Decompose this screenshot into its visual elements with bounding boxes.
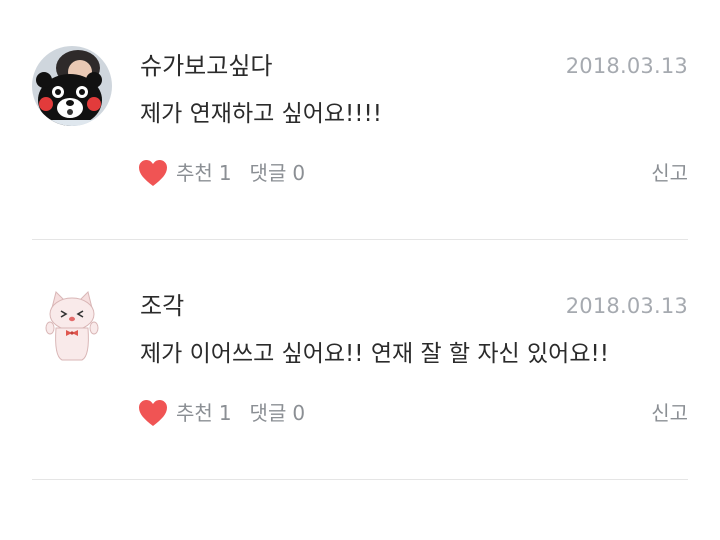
heart-icon [138, 159, 168, 187]
comment-item: 슈가보고싶다 2018.03.13 제가 연재하고 싶어요!!!! 추천 1 댓… [0, 0, 720, 240]
reply-button[interactable]: 댓글 0 [250, 395, 306, 431]
comment-date: 2018.03.13 [565, 294, 688, 318]
comment-date: 2018.03.13 [565, 54, 688, 78]
divider [32, 479, 688, 480]
comment-text: 제가 이어쓰고 싶어요!! 연재 잘 할 자신 있어요!! [140, 341, 609, 367]
like-count: 1 [218, 161, 232, 185]
comment-actions: 추천 1 댓글 0 [138, 155, 305, 191]
comment-actions: 추천 1 댓글 0 [138, 395, 305, 431]
cat-avatar-icon[interactable] [32, 286, 112, 366]
like-button[interactable]: 추천 1 [138, 155, 232, 191]
reply-button[interactable]: 댓글 0 [250, 155, 306, 191]
comment-text: 제가 연재하고 싶어요!!!! [140, 101, 382, 127]
like-label: 추천 [176, 161, 213, 185]
report-button[interactable]: 신고 [651, 395, 688, 431]
like-button[interactable]: 추천 1 [138, 395, 232, 431]
like-label: 추천 [176, 401, 213, 425]
heart-icon [138, 399, 168, 427]
comment-author[interactable]: 슈가보고싶다 [140, 48, 272, 84]
report-button[interactable]: 신고 [651, 155, 688, 191]
reply-count: 0 [292, 401, 306, 425]
like-count: 1 [218, 401, 232, 425]
comment-item: 조각 2018.03.13 제가 이어쓰고 싶어요!! 연재 잘 할 자신 있어… [0, 240, 720, 480]
comment-author[interactable]: 조각 [140, 288, 184, 324]
reply-label: 댓글 [249, 401, 287, 425]
kumamon-avatar-icon[interactable] [32, 46, 112, 126]
reply-count: 0 [292, 161, 306, 185]
reply-label: 댓글 [249, 161, 287, 185]
